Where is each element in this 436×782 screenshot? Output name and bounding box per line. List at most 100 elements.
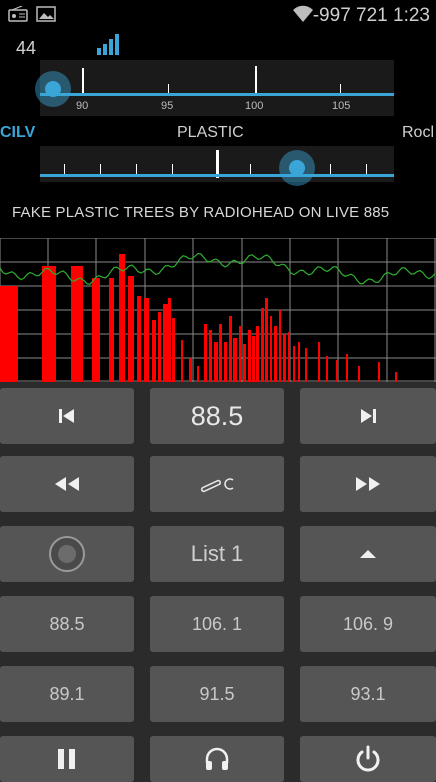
scale-baseline bbox=[40, 93, 394, 96]
arrow-up-icon bbox=[360, 550, 376, 558]
next-station-button[interactable] bbox=[300, 388, 436, 444]
spectrum-bar bbox=[261, 308, 264, 382]
spectrum-bar bbox=[229, 316, 232, 382]
spectrum-bar bbox=[279, 310, 281, 382]
spectrum-bar bbox=[189, 358, 192, 382]
spectrum-waveform bbox=[0, 252, 436, 285]
spectrum-bar bbox=[239, 326, 241, 382]
rds-text: FAKE PLASTIC TREES BY RADIOHEAD ON LIVE … bbox=[12, 204, 390, 221]
record-icon bbox=[49, 536, 85, 572]
spectrum-bar bbox=[318, 342, 320, 382]
spectrum-bar bbox=[144, 298, 149, 382]
preset-label: 106. 9 bbox=[342, 613, 394, 634]
scale-label: 105 bbox=[332, 100, 351, 112]
spectrum-bar bbox=[172, 318, 175, 382]
scale-label: 95 bbox=[161, 100, 174, 112]
preset-label: 106. 1 bbox=[191, 613, 243, 634]
preset-button-4[interactable]: 89.1 bbox=[0, 666, 134, 722]
headphones-icon bbox=[205, 747, 229, 770]
spectrum-bar bbox=[274, 326, 277, 382]
preset-button-3[interactable]: 106. 9 bbox=[300, 596, 436, 652]
record-button[interactable] bbox=[0, 526, 134, 582]
spectrum-bar bbox=[109, 278, 114, 382]
rewind-icon bbox=[55, 477, 79, 491]
spectrum-bar bbox=[248, 330, 251, 382]
scale-label: 90 bbox=[76, 100, 89, 112]
preset-button-2[interactable]: 106. 1 bbox=[150, 596, 284, 652]
frequency-scale[interactable]: 90 95 100 105 bbox=[40, 60, 394, 116]
spectrum-bar bbox=[252, 336, 255, 382]
status-bar: -997 721 1:23 bbox=[0, 0, 436, 32]
spectrum-bar bbox=[243, 344, 246, 382]
spectrum-bar bbox=[358, 366, 360, 382]
spectrum-bar bbox=[283, 334, 286, 382]
skip-previous-icon bbox=[59, 409, 74, 423]
expand-up-button[interactable] bbox=[300, 526, 436, 582]
spectrum-bar bbox=[92, 278, 100, 382]
spectrum-bar bbox=[163, 304, 168, 382]
wifi-icon bbox=[293, 5, 313, 22]
signal-strength-value: 44 bbox=[16, 38, 37, 58]
power-icon bbox=[356, 745, 380, 772]
spectrum-bar bbox=[270, 316, 272, 382]
spectrum-bar bbox=[181, 340, 183, 382]
spectrum-bar bbox=[204, 324, 207, 382]
spectrum-bar bbox=[224, 342, 227, 382]
seek-forward-button[interactable] bbox=[300, 456, 436, 512]
spectrum-bar bbox=[293, 346, 295, 382]
current-station-name: PLASTIC bbox=[177, 124, 244, 141]
skip-next-icon bbox=[361, 409, 376, 423]
spectrum-bar bbox=[233, 338, 237, 382]
previous-station-name[interactable]: CILV bbox=[0, 124, 35, 142]
spectrum-bar bbox=[288, 332, 290, 382]
fast-forward-icon bbox=[356, 477, 380, 491]
spectrum-bar bbox=[168, 298, 171, 382]
spectrum-bar bbox=[137, 296, 141, 382]
tuner-knob[interactable] bbox=[45, 81, 61, 97]
prev-station-button[interactable] bbox=[0, 388, 134, 444]
spectrum-bar bbox=[197, 366, 199, 382]
spectrum-bar bbox=[0, 286, 18, 382]
pause-button[interactable] bbox=[0, 736, 134, 782]
power-button[interactable] bbox=[300, 736, 436, 782]
spectrum-bar bbox=[219, 324, 222, 382]
preset-button-6[interactable]: 93.1 bbox=[300, 666, 436, 722]
spectrum-bar bbox=[158, 312, 161, 382]
scale-major-tick bbox=[255, 66, 257, 96]
station-knob[interactable] bbox=[289, 160, 305, 176]
tune-icon bbox=[200, 478, 234, 493]
preset-button-1[interactable]: 88.5 bbox=[0, 596, 134, 652]
preset-label: 88.5 bbox=[49, 613, 85, 634]
spectrum-bar bbox=[378, 362, 380, 382]
spectrum-bar bbox=[346, 354, 348, 382]
station-list-button[interactable]: List 1 bbox=[150, 526, 284, 582]
spectrum-bar bbox=[214, 342, 218, 382]
preset-label: 89.1 bbox=[49, 683, 85, 704]
seek-back-button[interactable] bbox=[0, 456, 134, 512]
frequency-display: 88.5 bbox=[190, 400, 244, 431]
spectrum-bar bbox=[119, 254, 125, 382]
headphones-button[interactable] bbox=[150, 736, 284, 782]
slider-baseline bbox=[40, 174, 394, 177]
tune-settings-button[interactable] bbox=[150, 456, 284, 512]
preset-button-5[interactable]: 91.5 bbox=[150, 666, 284, 722]
pause-icon bbox=[58, 749, 75, 769]
status-info-text: -997 721 1:23 bbox=[312, 5, 430, 26]
preset-label: 93.1 bbox=[350, 683, 386, 704]
spectrum-bar bbox=[265, 298, 268, 382]
control-panel: 88.5 List 1 88.5 106. 1 106. 9 89.1 91.5… bbox=[0, 382, 436, 782]
signal-bars-icon bbox=[97, 34, 119, 55]
spectrum-bar bbox=[209, 330, 212, 382]
radio-icon bbox=[8, 6, 28, 22]
next-station-name[interactable]: Rocl bbox=[402, 124, 434, 142]
spectrum-bar bbox=[71, 266, 83, 382]
spectrum-bar bbox=[305, 348, 307, 382]
station-slider[interactable] bbox=[40, 146, 394, 182]
spectrum-bar bbox=[395, 372, 397, 382]
spectrum-visualizer bbox=[0, 238, 436, 382]
spectrum-bar bbox=[298, 342, 300, 382]
spectrum-bar bbox=[42, 266, 56, 382]
spectrum-bar bbox=[152, 320, 156, 382]
frequency-display-button[interactable]: 88.5 bbox=[150, 388, 284, 444]
spectrum-bar bbox=[336, 360, 338, 382]
